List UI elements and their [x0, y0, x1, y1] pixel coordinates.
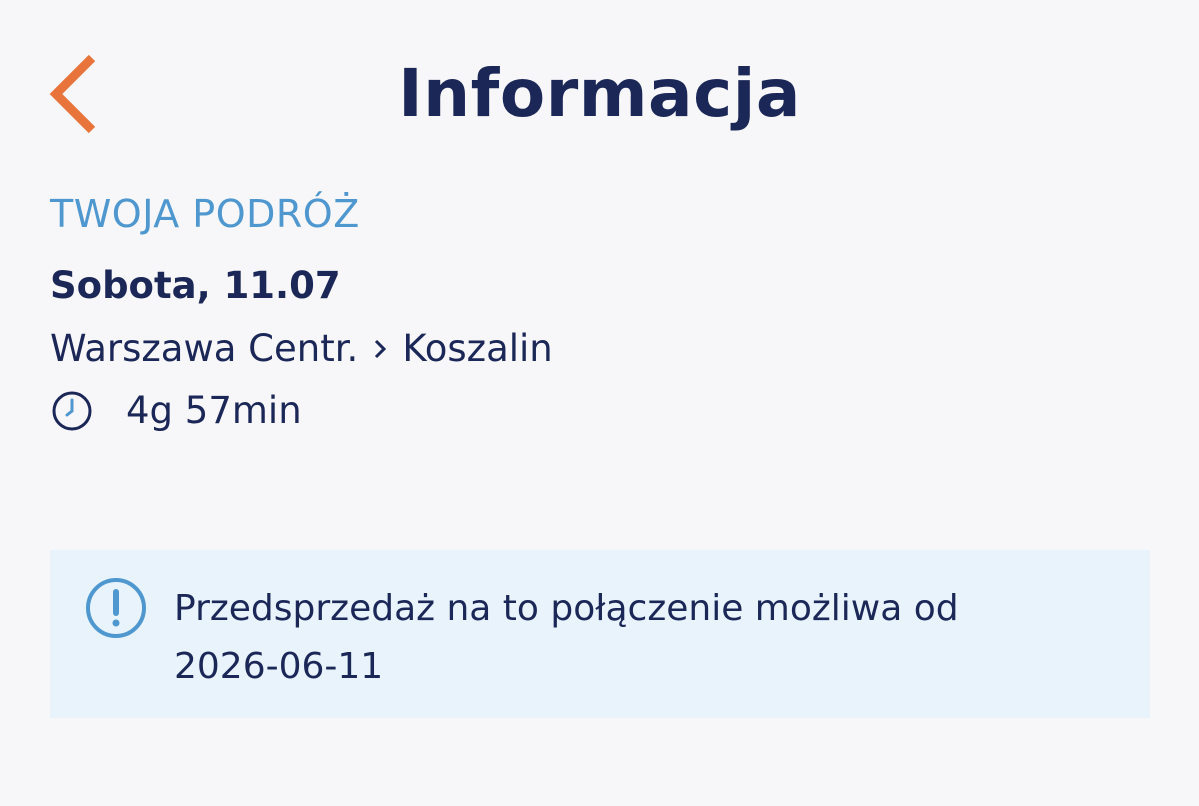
trip-duration: 4g 57min: [50, 386, 302, 436]
section-heading-your-trip: TWOJA PODRÓŻ: [50, 192, 360, 236]
notice-text-line1: Przedsprzedaż na to połączenie możliwa o…: [174, 588, 959, 629]
trip-date: Sobota, 11.07: [50, 264, 341, 307]
trip-route: Warszawa Centr. Koszalin: [50, 324, 553, 374]
destination-station: Koszalin: [402, 327, 553, 370]
notice-text: Przedsprzedaż na to połączenie możliwa o…: [174, 580, 1124, 696]
notice-text-line2: 2026-06-11: [174, 646, 384, 687]
page-title: Informacja: [398, 55, 801, 132]
duration-value: 4g 57min: [126, 389, 302, 432]
clock-icon: [52, 391, 92, 431]
chevron-right-icon: [375, 339, 387, 359]
app-header: Informacja: [0, 0, 1199, 180]
exclamation-circle-icon: [86, 578, 146, 638]
origin-station: Warszawa Centr.: [50, 327, 359, 370]
presale-notice: Przedsprzedaż na to połączenie możliwa o…: [50, 550, 1150, 718]
